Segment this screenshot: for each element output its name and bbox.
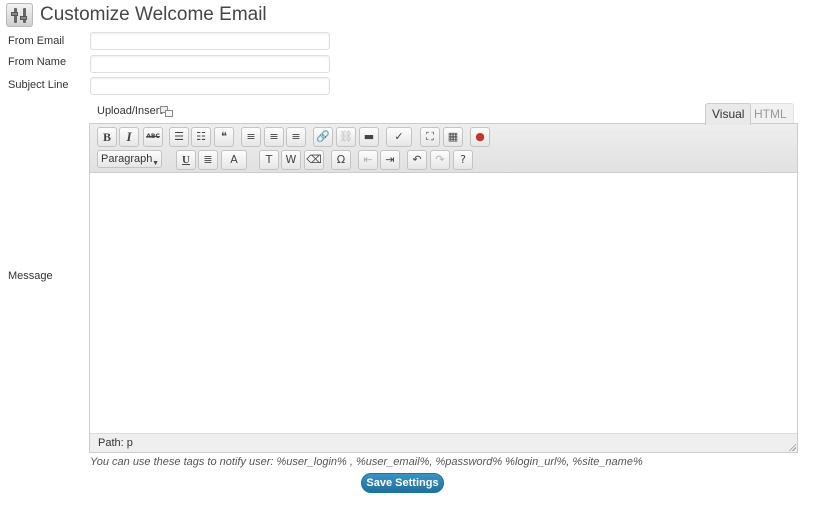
special-character-icon[interactable]: Ω <box>331 150 351 170</box>
blockquote-icon[interactable]: ❝ <box>214 127 234 147</box>
message-label: Message <box>8 270 53 282</box>
strikethrough-icon[interactable]: ABC <box>143 127 163 147</box>
align-center-icon[interactable]: ≡ <box>264 127 284 147</box>
justify-icon[interactable]: ≣ <box>198 150 218 170</box>
upload-insert-label: Upload/Insert <box>97 105 163 117</box>
spellcheck-icon[interactable]: ✓ <box>386 127 412 147</box>
resize-handle-icon[interactable] <box>788 443 796 451</box>
fullscreen-icon[interactable]: ⛶ <box>420 127 440 147</box>
insert-link-icon[interactable]: 🔗 <box>313 127 333 147</box>
editor-content-area[interactable] <box>90 173 797 435</box>
unlink-icon[interactable]: ⛓ <box>336 127 356 147</box>
format-select-value: Paragraph <box>101 153 153 165</box>
subject-line-field[interactable] <box>90 77 330 95</box>
numbered-list-icon[interactable]: ☷ <box>191 127 211 147</box>
underline-icon[interactable]: U <box>176 150 196 170</box>
format-select[interactable]: Paragraph ▼ <box>97 150 162 168</box>
indent-icon[interactable]: ⇥ <box>380 150 400 170</box>
outdent-icon[interactable]: ⇤ <box>358 150 378 170</box>
align-right-icon[interactable]: ≡ <box>286 127 306 147</box>
insert-more-icon[interactable]: ▬ <box>359 127 379 147</box>
tags-hint: You can use these tags to notify user: %… <box>90 456 643 468</box>
text-color-icon[interactable]: A <box>221 150 247 170</box>
tab-html[interactable]: HTML <box>747 103 794 124</box>
kitchen-sink-icon[interactable]: ▦ <box>443 127 463 147</box>
insert-media-icon[interactable]: ● <box>470 127 490 147</box>
paste-text-icon[interactable]: T <box>259 150 279 170</box>
from-name-field[interactable] <box>90 55 330 73</box>
chevron-down-icon: ▼ <box>152 160 159 167</box>
tools-settings-icon <box>6 3 33 27</box>
undo-icon[interactable]: ↶ <box>407 150 427 170</box>
align-left-icon[interactable]: ≡ <box>241 127 261 147</box>
editor-toolbar: B I ABC ☰ ☷ ❝ ≡ ≡ ≡ 🔗 ⛓ ▬ ✓ ⛶ ▦ ● Paragr… <box>90 124 797 173</box>
subject-line-label: Subject Line <box>8 79 69 91</box>
bold-icon[interactable]: B <box>97 127 117 147</box>
path-text: Path: p <box>98 437 133 449</box>
bullet-list-icon[interactable]: ☰ <box>169 127 189 147</box>
tab-visual[interactable]: Visual <box>705 103 752 125</box>
from-name-label: From Name <box>8 56 67 68</box>
from-email-field[interactable] <box>90 32 330 50</box>
from-email-label: From Email <box>8 35 65 47</box>
message-editor: B I ABC ☰ ☷ ❝ ≡ ≡ ≡ 🔗 ⛓ ▬ ✓ ⛶ ▦ ● Paragr… <box>89 123 798 453</box>
save-settings-button[interactable]: Save Settings <box>361 473 444 493</box>
editor-path-bar: Path: p <box>90 433 797 452</box>
page-title: Customize Welcome Email <box>40 4 267 25</box>
remove-format-icon[interactable]: ⌫ <box>304 150 324 170</box>
add-media-icon[interactable] <box>160 106 174 118</box>
help-icon[interactable]: ? <box>453 150 473 170</box>
italic-icon[interactable]: I <box>119 127 139 147</box>
redo-icon[interactable]: ↷ <box>430 150 450 170</box>
paste-word-icon[interactable]: W <box>281 150 301 170</box>
